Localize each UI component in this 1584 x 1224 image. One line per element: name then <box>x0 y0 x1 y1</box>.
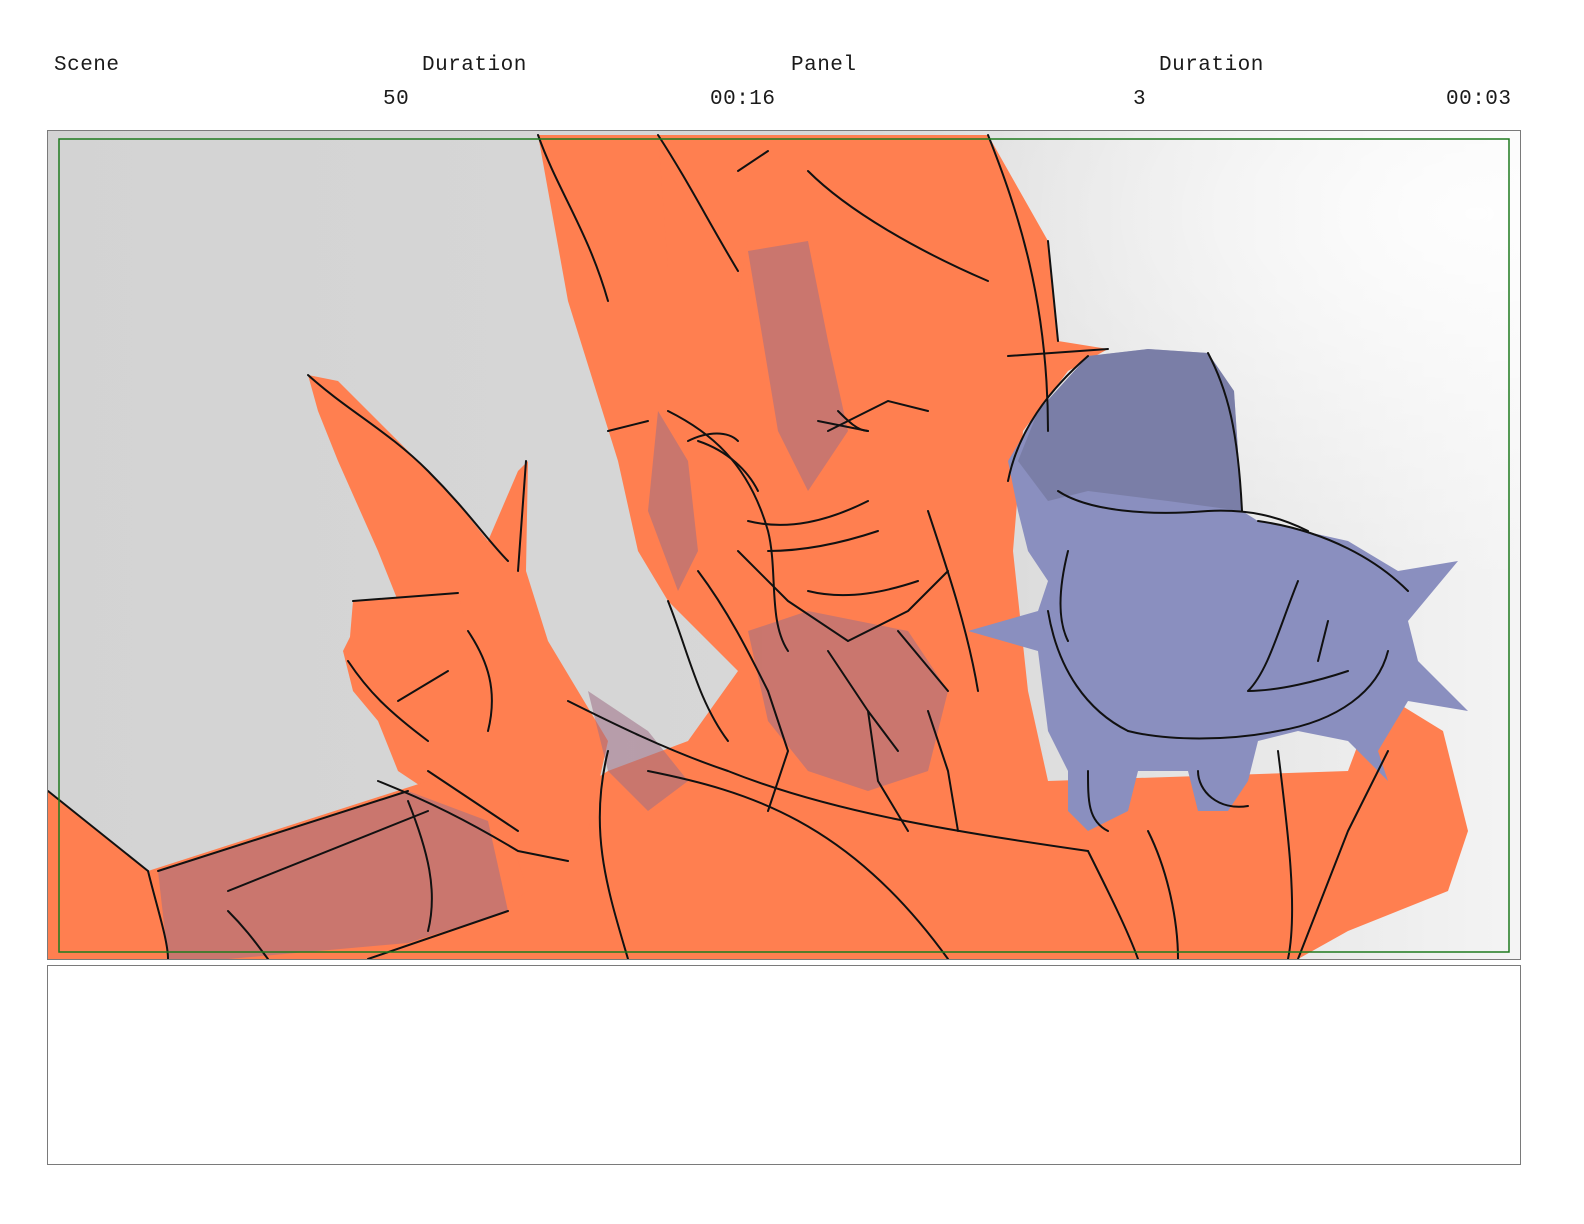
panel-notes-box[interactable] <box>47 965 1521 1165</box>
scene-label: Scene <box>54 54 120 77</box>
panel-duration-label: Duration <box>1159 54 1264 77</box>
panel-label: Panel <box>791 54 857 77</box>
storyboard-drawing <box>48 131 1520 959</box>
panel-duration-value: 00:03 <box>1446 88 1512 111</box>
scene-duration-value: 00:16 <box>710 88 776 111</box>
storyboard-panel-frame <box>47 130 1521 960</box>
scene-duration-label: Duration <box>422 54 527 77</box>
panel-number: 3 <box>1133 88 1147 111</box>
scene-number: 50 <box>383 88 410 111</box>
